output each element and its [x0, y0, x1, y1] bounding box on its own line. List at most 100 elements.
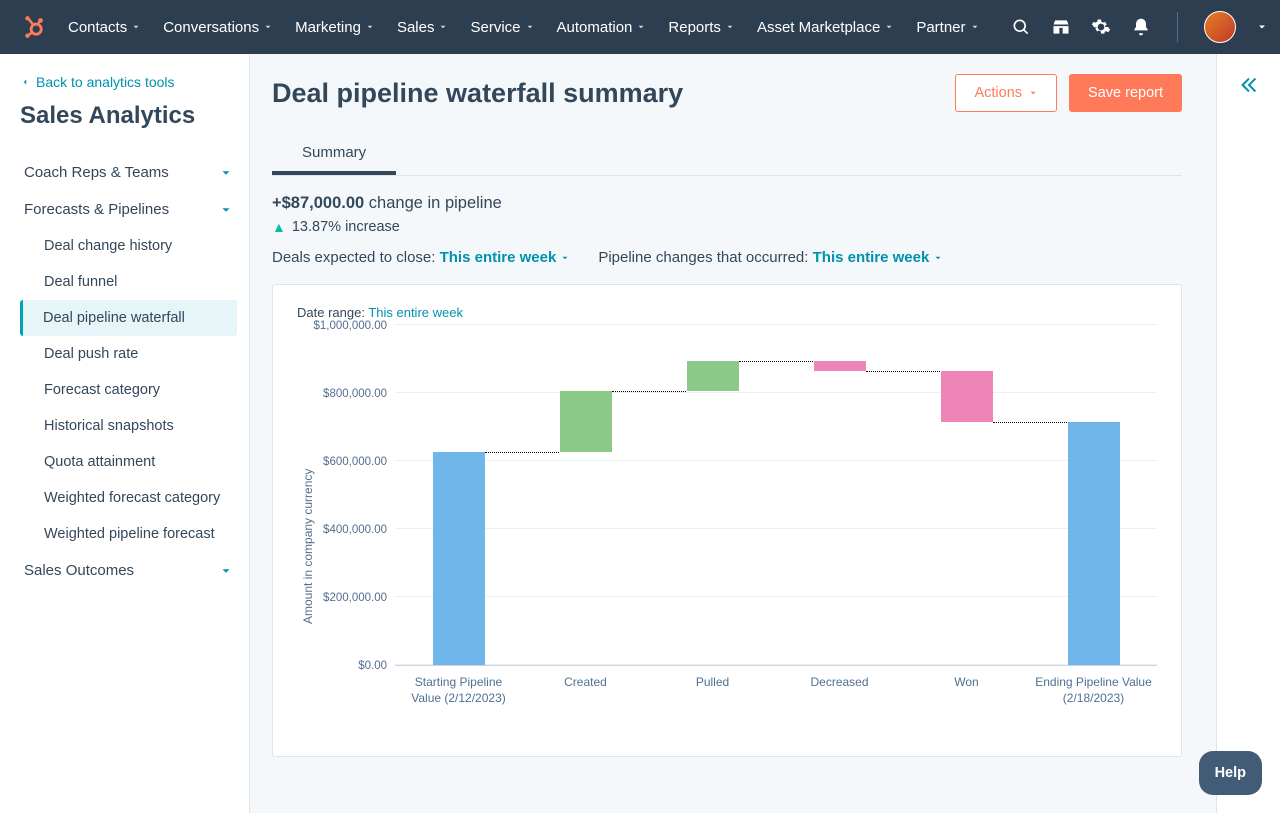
nav-item-marketing[interactable]: Marketing: [295, 19, 375, 36]
chevron-down-icon: [219, 564, 233, 578]
bar-slot: [649, 326, 776, 665]
tab-summary[interactable]: Summary: [272, 134, 396, 175]
search-icon[interactable]: [1011, 17, 1031, 37]
nav-item-label: Partner: [916, 19, 965, 36]
sidebar-group-outcomes[interactable]: Sales Outcomes: [20, 552, 237, 589]
sidebar-group-forecasts[interactable]: Forecasts & Pipelines: [20, 191, 237, 228]
bar-slot: [903, 326, 1030, 665]
sidebar-item-weighted-pipeline-forecast[interactable]: Weighted pipeline forecast: [32, 516, 237, 552]
nav-item-asset-marketplace[interactable]: Asset Marketplace: [757, 19, 894, 36]
nav-item-label: Marketing: [295, 19, 361, 36]
y-tick: $200,000.00: [323, 592, 387, 604]
increase-line: ▲ 13.87% increase: [272, 219, 1182, 235]
help-label: Help: [1215, 765, 1246, 781]
sidebar-item-weighted-forecast-category[interactable]: Weighted forecast category: [32, 480, 237, 516]
collapse-left-icon[interactable]: [1238, 74, 1260, 96]
connector-line: [612, 391, 687, 392]
avatar[interactable]: [1204, 11, 1236, 43]
hubspot-logo-icon[interactable]: [20, 13, 48, 41]
chart-bar[interactable]: [560, 391, 612, 452]
chevron-down-icon: [219, 166, 233, 180]
nav-item-service[interactable]: Service: [470, 19, 534, 36]
filter-close-value-text: This entire week: [440, 249, 557, 266]
connector-line: [993, 422, 1068, 423]
sidebar-item-deal-push-rate[interactable]: Deal push rate: [32, 336, 237, 372]
chevron-down-icon: [263, 22, 273, 32]
sidebar-item-deal-pipeline-waterfall[interactable]: Deal pipeline waterfall: [20, 300, 237, 336]
save-report-label: Save report: [1088, 85, 1163, 101]
y-tick: $600,000.00: [323, 456, 387, 468]
x-label: Created: [522, 674, 649, 706]
sidebar-group-label: Coach Reps & Teams: [24, 164, 169, 181]
right-collapse-panel: [1216, 54, 1280, 813]
y-tick: $0.00: [358, 660, 387, 672]
sidebar-group-label: Sales Outcomes: [24, 562, 134, 579]
nav-item-label: Contacts: [68, 19, 127, 36]
caret-down-icon: [560, 253, 570, 263]
y-axis-label: Amount in company currency: [297, 326, 315, 726]
chart-bar[interactable]: [1068, 422, 1120, 665]
nav-divider: [1177, 12, 1178, 42]
chart-dr-label: Date range:: [297, 305, 368, 320]
y-tick: $1,000,000.00: [313, 320, 387, 332]
x-label: Pulled: [649, 674, 776, 706]
filter-close-value[interactable]: This entire week: [440, 249, 571, 266]
nav-item-sales[interactable]: Sales: [397, 19, 449, 36]
x-label: Decreased: [776, 674, 903, 706]
chart-dr-value: This entire week: [368, 305, 463, 320]
account-menu-caret-icon[interactable]: [1256, 21, 1268, 33]
help-button[interactable]: Help: [1199, 751, 1262, 795]
chart-plot: [395, 326, 1157, 666]
nav-item-label: Conversations: [163, 19, 259, 36]
actions-button[interactable]: Actions: [955, 74, 1057, 112]
caret-down-icon: [933, 253, 943, 263]
nav-item-automation[interactable]: Automation: [557, 19, 647, 36]
actions-button-label: Actions: [974, 85, 1022, 101]
y-tick: $800,000.00: [323, 388, 387, 400]
sidebar-item-quota-attainment[interactable]: Quota attainment: [32, 444, 237, 480]
bar-slot: [395, 326, 522, 665]
nav-item-conversations[interactable]: Conversations: [163, 19, 273, 36]
chart-bar[interactable]: [687, 361, 739, 392]
chevron-down-icon: [884, 22, 894, 32]
sidebar-item-historical-snapshots[interactable]: Historical snapshots: [32, 408, 237, 444]
bell-icon[interactable]: [1131, 17, 1151, 37]
nav-item-reports[interactable]: Reports: [668, 19, 735, 36]
sidebar-item-forecast-category[interactable]: Forecast category: [32, 372, 237, 408]
sidebar-group-label: Forecasts & Pipelines: [24, 201, 169, 218]
chevron-down-icon: [365, 22, 375, 32]
connector-line: [485, 452, 560, 453]
filter-changes-value[interactable]: This entire week: [813, 249, 944, 266]
chart-date-range: Date range: This entire week: [297, 305, 1157, 320]
sidebar: Back to analytics tools Sales Analytics …: [0, 54, 250, 813]
chevron-down-icon: [219, 203, 233, 217]
chevron-down-icon: [438, 22, 448, 32]
sidebar-item-deal-funnel[interactable]: Deal funnel: [32, 264, 237, 300]
sidebar-title: Sales Analytics: [20, 102, 237, 130]
chevron-down-icon: [636, 22, 646, 32]
change-suffix: change in pipeline: [364, 194, 502, 212]
y-tick: $400,000.00: [323, 524, 387, 536]
nav-item-contacts[interactable]: Contacts: [68, 19, 141, 36]
chart-bar[interactable]: [941, 371, 993, 422]
connector-line: [739, 361, 814, 362]
chevron-down-icon: [525, 22, 535, 32]
change-amount: +$87,000.00: [272, 194, 364, 212]
filter-changes-label: Pipeline changes that occurred:: [598, 249, 812, 266]
chevron-down-icon: [970, 22, 980, 32]
marketplace-icon[interactable]: [1051, 17, 1071, 37]
nav-item-partner[interactable]: Partner: [916, 19, 979, 36]
bar-slot: [776, 326, 903, 665]
chevron-down-icon: [725, 22, 735, 32]
back-link[interactable]: Back to analytics tools: [20, 74, 237, 90]
change-line: +$87,000.00 change in pipeline: [272, 194, 1182, 213]
x-label: Starting Pipeline Value (2/12/2023): [395, 674, 522, 706]
page-title: Deal pipeline waterfall summary: [272, 78, 683, 109]
gear-icon[interactable]: [1091, 17, 1111, 37]
chart-bar[interactable]: [433, 452, 485, 665]
chart-bar[interactable]: [814, 361, 866, 371]
sidebar-item-deal-change-history[interactable]: Deal change history: [32, 228, 237, 264]
save-report-button[interactable]: Save report: [1069, 74, 1182, 112]
sidebar-group-coach[interactable]: Coach Reps & Teams: [20, 154, 237, 191]
x-label: Won: [903, 674, 1030, 706]
